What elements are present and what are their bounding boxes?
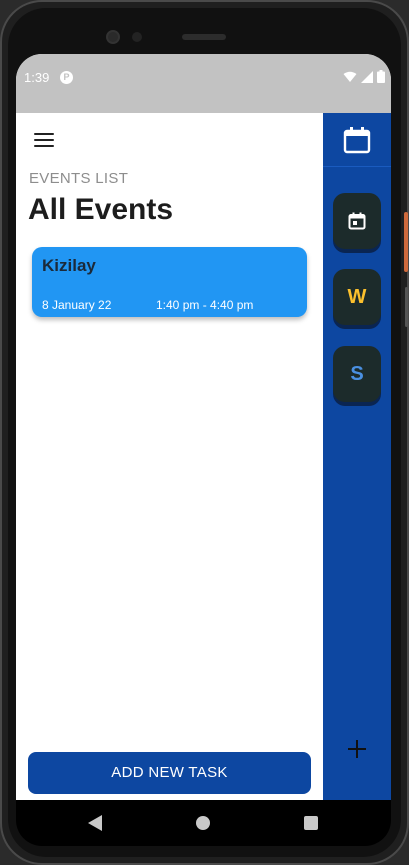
page-title: All Events (28, 193, 174, 226)
sidebar-item-s-label: S (350, 362, 364, 385)
event-time: 1:40 pm - 4:40 pm (156, 298, 254, 312)
sidebar-item-w-label: W (347, 285, 367, 308)
back-icon[interactable] (88, 815, 102, 831)
sidebar-header (323, 113, 391, 167)
earpiece-speaker (182, 34, 226, 40)
signal-icon (361, 70, 373, 83)
sidebar-item-w[interactable]: W (333, 269, 381, 325)
home-icon[interactable] (196, 816, 210, 830)
front-sensor (132, 32, 142, 42)
calendar-icon[interactable] (343, 126, 371, 154)
event-card[interactable]: Kizilay 8 January 22 1:40 pm - 4:40 pm (32, 247, 307, 317)
navigation-bar (16, 800, 391, 846)
recent-apps-icon[interactable] (304, 816, 318, 830)
battery-icon (377, 70, 385, 83)
sidebar-item-s[interactable]: S (333, 346, 381, 402)
sidebar-item-events[interactable] (333, 193, 381, 249)
sidebar: W S (323, 113, 391, 800)
plus-icon[interactable] (345, 737, 369, 761)
screen: 1:39 P EVENTS LIST All Events Kizilay 8 … (16, 54, 391, 800)
add-new-task-button[interactable]: ADD NEW TASK (28, 752, 311, 794)
event-date: 8 January 22 (42, 298, 112, 312)
wifi-icon (343, 71, 357, 82)
notification-icon: P (60, 71, 73, 84)
hamburger-menu-icon[interactable] (34, 133, 54, 149)
main-content: EVENTS LIST All Events Kizilay 8 January… (16, 113, 323, 800)
section-label: EVENTS LIST (29, 170, 129, 187)
power-button[interactable] (404, 212, 408, 272)
status-bar: 1:39 P (16, 54, 391, 113)
event-icon (348, 212, 366, 230)
status-icons (343, 70, 385, 83)
event-title: Kizilay (42, 256, 96, 275)
front-camera (106, 30, 120, 44)
status-time: 1:39 (24, 70, 50, 85)
phone-frame: 1:39 P EVENTS LIST All Events Kizilay 8 … (0, 0, 409, 865)
volume-button[interactable] (405, 287, 408, 327)
